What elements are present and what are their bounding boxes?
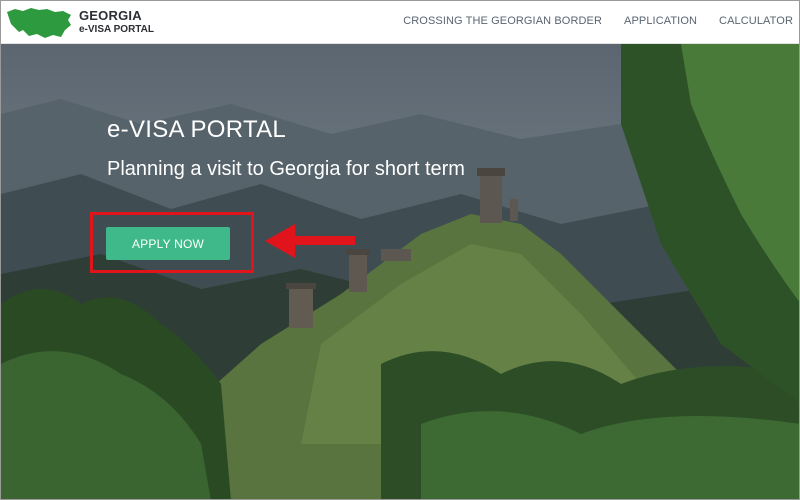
browser-frame: GEORGIA e-VISA PORTAL CROSSING THE GEORG… (0, 0, 800, 500)
hero-section: e-VISA PORTAL Planning a visit to Georgi… (1, 44, 799, 499)
apply-now-button[interactable]: APPLY NOW (106, 227, 230, 260)
annotation-arrow-icon (265, 224, 355, 258)
georgia-map-logo-icon[interactable] (5, 6, 73, 40)
nav-calculator[interactable]: CALCULATOR (719, 15, 793, 27)
site-header: GEORGIA e-VISA PORTAL CROSSING THE GEORG… (1, 1, 799, 44)
brand-subtitle[interactable]: e-VISA PORTAL (79, 24, 154, 35)
brand-title[interactable]: GEORGIA (79, 8, 142, 23)
nav-crossing-border[interactable]: CROSSING THE GEORGIAN BORDER (403, 15, 602, 27)
hero-subtitle: Planning a visit to Georgia for short te… (107, 158, 465, 180)
hero-title: e-VISA PORTAL (107, 116, 287, 143)
nav-application[interactable]: APPLICATION (624, 15, 697, 27)
main-nav: CROSSING THE GEORGIAN BORDER APPLICATION… (403, 15, 793, 27)
hero-background-image (1, 44, 799, 499)
